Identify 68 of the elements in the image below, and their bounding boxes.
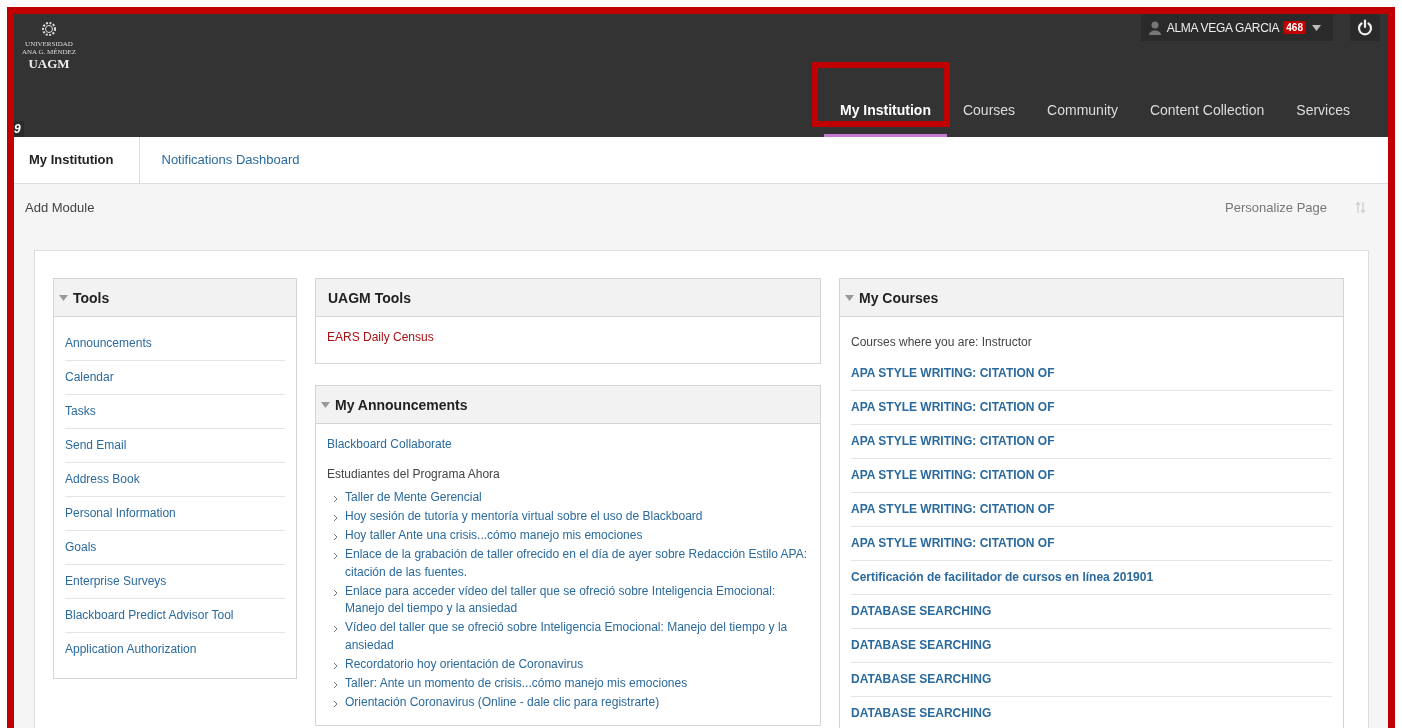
caret-icon: [1312, 24, 1321, 31]
corner-mark: 9: [14, 121, 24, 137]
announcement-item[interactable]: Recordatorio hoy orientación de Coronavirus: [345, 655, 584, 673]
course-link[interactable]: DATABASE SEARCHING: [851, 595, 1332, 629]
module-title: UAGM Tools: [328, 289, 411, 306]
announcement-link[interactable]: Blackboard Collaborate: [327, 434, 809, 454]
course-link[interactable]: DATABASE SEARCHING: [851, 697, 1332, 728]
course-link[interactable]: APA STYLE WRITING: CITATION OF: [851, 493, 1332, 527]
announcement-item[interactable]: Vídeo del taller que se ofreció sobre Inteligencia Emocional: Manejo del tiempo y la ansiedad: [345, 619, 809, 654]
course-link[interactable]: APA STYLE WRITING: CITATION OF: [851, 391, 1332, 425]
chevron-icon: [333, 625, 338, 633]
user-menu[interactable]: ALMA VEGA GARCIA 468: [1140, 14, 1333, 41]
nav-tab[interactable]: Content Collection: [1133, 62, 1281, 137]
chevron-icon: [333, 533, 338, 541]
module-title: My Courses: [859, 289, 939, 306]
page-tab[interactable]: My Institution: [14, 137, 140, 183]
course-link[interactable]: Certificación de facilitador de cursos en línea 201901: [851, 561, 1332, 595]
chevron-icon: [333, 699, 338, 708]
chevron-icon: [333, 514, 338, 522]
add-module-link[interactable]: Add Module: [25, 199, 95, 215]
tool-link[interactable]: EARS Daily Census: [327, 327, 809, 351]
collapse-icon[interactable]: [59, 294, 68, 301]
notification-badge: 468: [1283, 21, 1306, 34]
personalize-link[interactable]: Personalize Page: [1225, 199, 1327, 215]
collapse-icon[interactable]: [321, 401, 330, 408]
power-icon: [1357, 19, 1373, 36]
chevron-icon: [333, 552, 338, 560]
page-tab[interactable]: Notifications Dashboard: [139, 137, 322, 183]
tool-link[interactable]: Goals: [65, 531, 285, 565]
course-link[interactable]: APA STYLE WRITING: CITATION OF: [851, 459, 1332, 493]
course-link[interactable]: APA STYLE WRITING: CITATION OF: [851, 527, 1332, 561]
course-link[interactable]: APA STYLE WRITING: CITATION OF: [851, 357, 1332, 391]
chevron-icon: [333, 680, 338, 689]
reorder-icon[interactable]: [1355, 200, 1366, 214]
announcement-item[interactable]: Hoy taller Ante una crisis...cómo manejo mis emociones: [345, 527, 643, 545]
announcement-item[interactable]: Enlace para acceder vídeo del taller que se ofreció sobre Inteligencia Emocional: Manejo del tiempo y la ansiedad: [345, 582, 809, 618]
chevron-icon: [333, 661, 338, 670]
tool-link[interactable]: Application Authorization: [65, 633, 285, 666]
course-link[interactable]: APA STYLE WRITING: CITATION OF: [851, 425, 1332, 459]
course-link[interactable]: DATABASE SEARCHING: [851, 629, 1332, 663]
announcement-item[interactable]: Taller: Ante un momento de crisis...cómo manejo mis emociones: [345, 674, 688, 692]
announcement-item[interactable]: Hoy sesión de tutoría y mentoría virtual sobre el uso de Blackboard: [345, 508, 703, 526]
tool-link[interactable]: Tasks: [65, 395, 285, 429]
tool-link[interactable]: Personal Information: [65, 497, 285, 531]
tool-link[interactable]: Announcements: [65, 327, 285, 361]
announcement-group: Estudiantes del Programa Ahora: [327, 464, 809, 484]
chevron-icon: [333, 588, 338, 597]
announcement-item[interactable]: Taller de Mente Gerencial: [345, 489, 482, 507]
course-link[interactable]: DATABASE SEARCHING: [851, 663, 1332, 697]
tool-link[interactable]: Blackboard Predict Advisor Tool: [65, 599, 285, 633]
module-title: My Announcements: [335, 396, 468, 413]
courses-caption: Courses where you are: Instructor: [851, 334, 1033, 351]
nav-tab[interactable]: Community: [1031, 62, 1134, 137]
chevron-icon: [333, 495, 338, 503]
module-title: Tools: [73, 289, 110, 306]
logo-name: UAGM: [28, 56, 70, 71]
tool-link[interactable]: Send Email: [65, 429, 285, 463]
collapse-icon[interactable]: [845, 294, 854, 301]
tool-link[interactable]: Address Book: [65, 463, 285, 497]
nav-tab[interactable]: Services: [1280, 62, 1366, 137]
announcement-item[interactable]: Orientación Coronavirus (Online - dale clic para registrarte): [345, 693, 660, 711]
logo-icon: [41, 20, 57, 38]
person-icon: [1148, 20, 1161, 35]
tool-link[interactable]: Calendar: [65, 361, 285, 395]
power-button[interactable]: [1350, 14, 1380, 41]
nav-tab[interactable]: Courses: [946, 62, 1032, 137]
tool-link[interactable]: Enterprise Surveys: [65, 565, 285, 599]
announcement-item[interactable]: Enlace de la grabación de taller ofrecido en el día de ayer sobre Redacción Estilo APA: citación de las fuentes.: [345, 546, 809, 581]
